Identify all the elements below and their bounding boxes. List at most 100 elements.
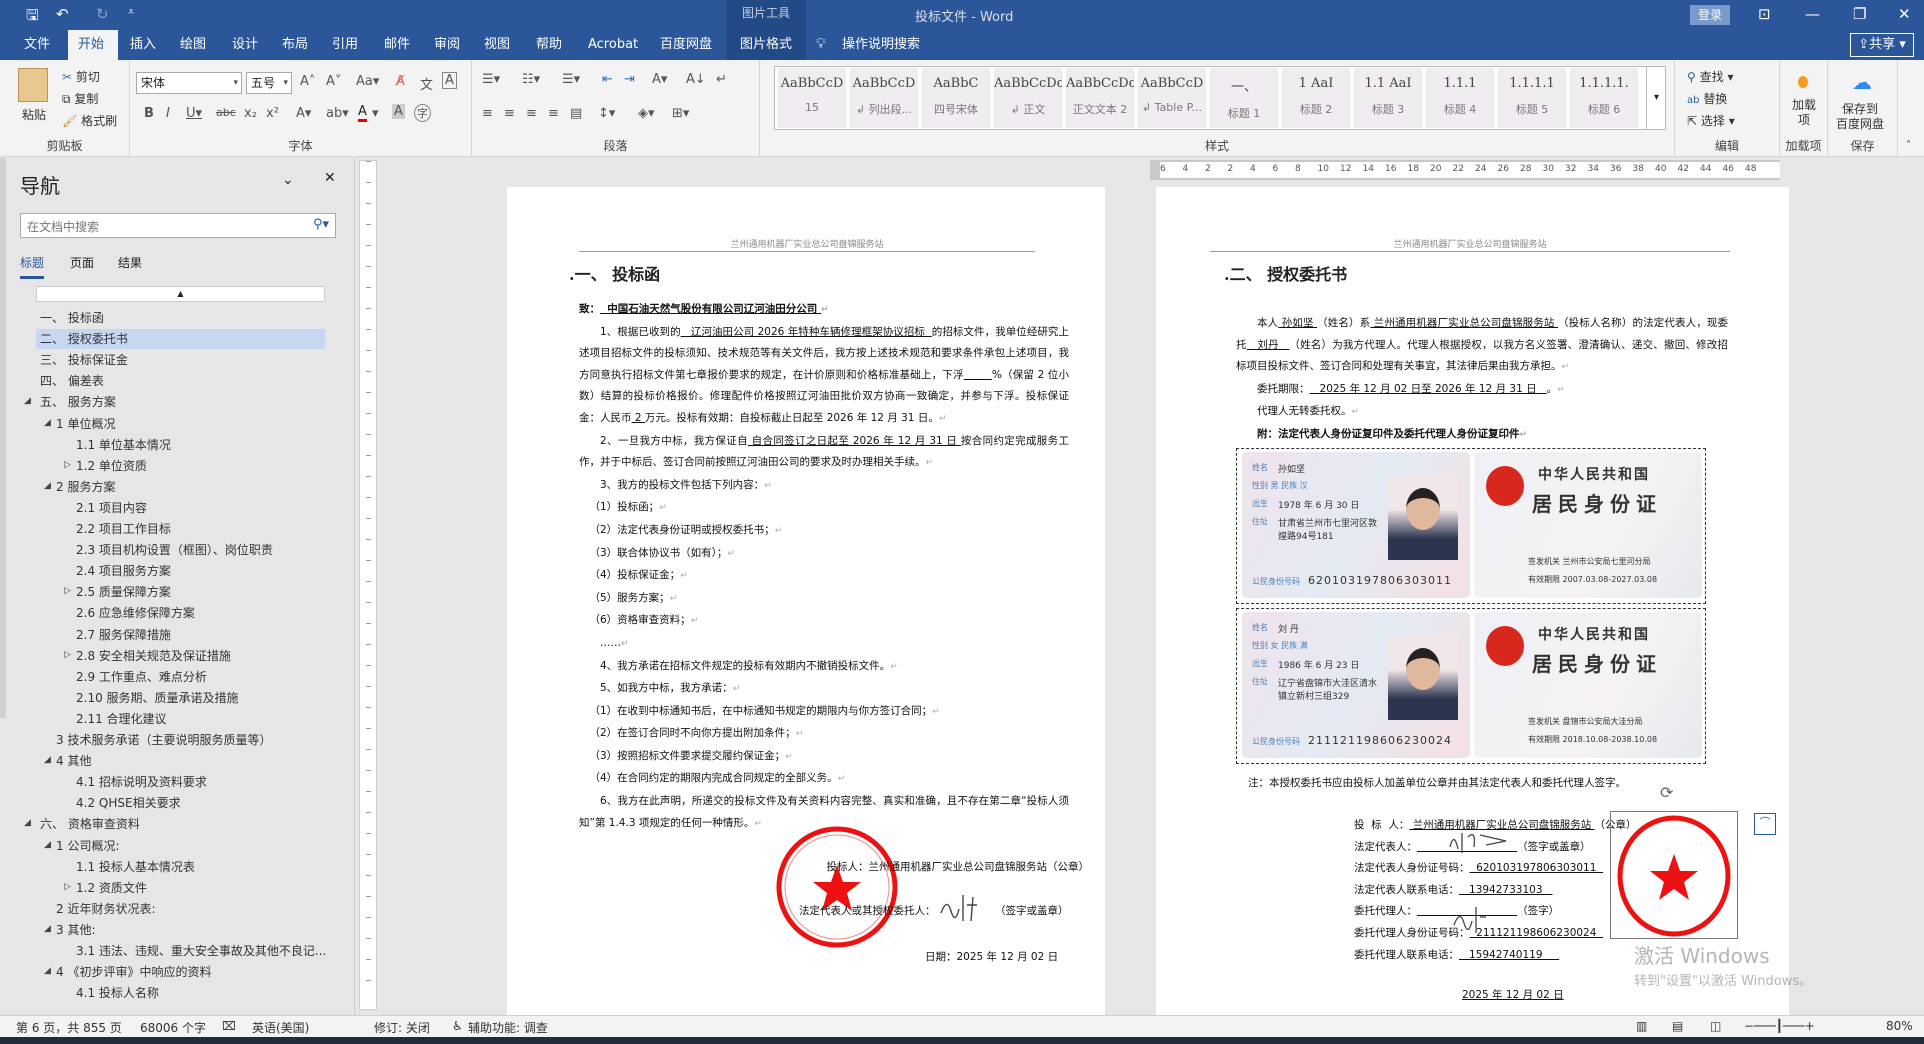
- increase-indent-icon[interactable]: ⇥: [624, 72, 635, 87]
- nav-heading-item[interactable]: 2.8 安全相关规范及保证措施: [76, 646, 231, 666]
- style-3[interactable]: AaBbC 四号宋体: [922, 68, 990, 128]
- tab-home[interactable]: 开始: [68, 30, 118, 60]
- enclose-characters-icon[interactable]: 字: [414, 104, 431, 122]
- text-effects-icon[interactable]: A▾: [296, 106, 311, 121]
- nav-heading-item[interactable]: 1.1 单位基本情况: [76, 435, 171, 455]
- minimize-icon[interactable]: —: [1805, 5, 1820, 23]
- tab-picture-format[interactable]: 图片格式: [726, 30, 806, 60]
- font-color-icon[interactable]: A: [358, 104, 367, 122]
- word-count[interactable]: 68006 个字: [140, 1019, 206, 1036]
- underline-icon[interactable]: U▾: [186, 106, 202, 121]
- shading-icon[interactable]: ◈▾: [638, 106, 655, 121]
- save-icon[interactable]: 🖫: [26, 5, 39, 30]
- expanded-caret-icon[interactable]: ◢: [44, 481, 51, 491]
- accessibility-status[interactable]: 辅助功能: 调查: [468, 1019, 548, 1036]
- style-6[interactable]: AaBbCcD ↲ Table P...: [1138, 68, 1206, 128]
- expanded-caret-icon[interactable]: ◢: [24, 818, 31, 828]
- paste-button[interactable]: 粘贴: [22, 106, 46, 123]
- tab-references[interactable]: 引用: [322, 30, 368, 60]
- nav-heading-item[interactable]: 六、 资格审查资料: [36, 814, 140, 834]
- expanded-caret-icon[interactable]: ◢: [44, 966, 51, 976]
- expanded-caret-icon[interactable]: ◢: [44, 755, 51, 765]
- expanded-caret-icon[interactable]: ◢: [44, 418, 51, 428]
- copy-button[interactable]: ⧉ 复制: [62, 90, 98, 107]
- nav-heading-item[interactable]: 2.4 项目服务方案: [76, 561, 171, 581]
- track-changes-status[interactable]: 修订: 关闭: [374, 1019, 430, 1036]
- tab-layout[interactable]: 布局: [272, 30, 318, 60]
- addins-button[interactable]: 加载项: [1790, 98, 1818, 128]
- nav-heading-item[interactable]: 4 其他: [56, 751, 91, 771]
- asian-layout-icon[interactable]: A▾: [652, 72, 667, 87]
- align-left-icon[interactable]: ≡: [482, 106, 493, 121]
- close-icon[interactable]: ✕: [1898, 5, 1911, 23]
- nav-heading-item[interactable]: 2.1 项目内容: [76, 498, 147, 518]
- expanded-caret-icon[interactable]: ◢: [44, 840, 51, 850]
- character-shading-icon[interactable]: A: [392, 104, 405, 119]
- format-painter-button[interactable]: 🖌︎ 格式刷: [62, 112, 117, 129]
- nav-heading-item[interactable]: 2.11 合理化建议: [76, 709, 167, 729]
- collapsed-caret-icon[interactable]: ▷: [64, 650, 71, 660]
- ribbon-display-icon[interactable]: ⊡: [1758, 5, 1771, 23]
- nav-heading-item[interactable]: 2 服务方案: [56, 477, 115, 497]
- nav-heading-item[interactable]: 2.5 质量保障方案: [76, 582, 171, 602]
- expanded-caret-icon[interactable]: ◢: [24, 396, 31, 406]
- nav-tab-headings[interactable]: 标题: [20, 254, 45, 279]
- font-color-dropdown-icon[interactable]: ▾: [372, 106, 379, 121]
- nav-heading-item[interactable]: 1 单位概况: [56, 414, 115, 434]
- style-10[interactable]: 1.1.1 标题 4: [1426, 68, 1494, 128]
- font-size-combo[interactable]: 五号: [246, 72, 292, 94]
- print-layout-icon[interactable]: ▤: [1672, 1019, 1683, 1033]
- nav-heading-item[interactable]: 2 近年财务状况表:: [56, 899, 156, 919]
- tab-acrobat[interactable]: Acrobat: [578, 30, 648, 60]
- layout-options-icon[interactable]: ⌒: [1754, 813, 1776, 835]
- nav-heading-item[interactable]: 2.3 项目机构设置（框图）、岗位职责: [76, 540, 273, 560]
- bullets-icon[interactable]: ☰▾: [482, 72, 500, 87]
- style-1[interactable]: AaBbCcD 15: [778, 68, 846, 128]
- nav-options-icon[interactable]: ⌄: [282, 172, 294, 188]
- superscript-icon[interactable]: x²: [266, 106, 279, 121]
- phonetic-guide-icon[interactable]: 文: [420, 74, 433, 93]
- nav-heading-item[interactable]: 1.1 投标人基本情况表: [76, 857, 195, 877]
- nav-scroll-up-button[interactable]: ▲: [36, 286, 325, 302]
- shrink-font-icon[interactable]: A˅: [326, 74, 341, 89]
- style-7[interactable]: 一、 标题 1: [1210, 68, 1278, 128]
- nav-heading-item[interactable]: 一、 投标函: [36, 308, 104, 328]
- nav-heading-item[interactable]: 1.2 资质文件: [76, 878, 147, 898]
- nav-tab-pages[interactable]: 页面: [70, 254, 94, 271]
- nav-heading-item[interactable]: 二、 授权委托书: [36, 329, 325, 350]
- tab-review[interactable]: 审阅: [424, 30, 470, 60]
- search-icon[interactable]: ⚲▾: [313, 217, 329, 232]
- replace-button[interactable]: ab 替换: [1687, 90, 1727, 107]
- distribute-icon[interactable]: ▤: [570, 106, 582, 121]
- nav-heading-item[interactable]: 2.9 工作重点、难点分析: [76, 667, 207, 687]
- tab-help[interactable]: 帮助: [526, 30, 572, 60]
- nav-tab-results[interactable]: 结果: [118, 254, 142, 271]
- style-8[interactable]: 1 AaI 标题 2: [1282, 68, 1350, 128]
- language[interactable]: 英语(美国): [252, 1019, 309, 1036]
- nav-heading-item[interactable]: 4 《初步评审》中响应的资料: [56, 962, 211, 982]
- style-9[interactable]: 1.1 AaI 标题 3: [1354, 68, 1422, 128]
- zoom-level[interactable]: 80%: [1886, 1019, 1913, 1033]
- tab-design[interactable]: 设计: [222, 30, 268, 60]
- redo-icon[interactable]: ↻: [96, 5, 109, 23]
- nav-heading-item[interactable]: 三、 投标保证金: [36, 350, 128, 370]
- line-spacing-icon[interactable]: ↕▾: [598, 106, 615, 121]
- share-button[interactable]: ⇪共享 ▾: [1850, 33, 1914, 57]
- highlight-icon[interactable]: ab▾: [326, 106, 349, 121]
- nav-heading-item[interactable]: 4.1 招标说明及资料要求: [76, 772, 207, 792]
- tab-insert[interactable]: 插入: [120, 30, 166, 60]
- expanded-caret-icon[interactable]: ◢: [44, 924, 51, 934]
- customize-quick-access-icon[interactable]: ⩡: [128, 5, 134, 19]
- multilevel-list-icon[interactable]: ☰▾: [562, 72, 580, 87]
- nav-search-input[interactable]: 在文档中搜索 ⚲▾: [20, 213, 336, 238]
- font-name-combo[interactable]: 宋体: [136, 72, 242, 94]
- nav-heading-item[interactable]: 五、 服务方案: [36, 392, 116, 412]
- italic-icon[interactable]: I: [166, 106, 170, 121]
- undo-icon[interactable]: ↶: [56, 5, 69, 23]
- tab-mailings[interactable]: 邮件: [374, 30, 420, 60]
- style-4[interactable]: AaBbCcDd ↲ 正文: [994, 68, 1062, 128]
- login-button[interactable]: 登录: [1690, 5, 1730, 25]
- style-5[interactable]: AaBbCcDd 正文文本 2: [1066, 68, 1134, 128]
- numbering-icon[interactable]: ☷▾: [522, 72, 540, 87]
- strikethrough-icon[interactable]: abc: [216, 106, 236, 119]
